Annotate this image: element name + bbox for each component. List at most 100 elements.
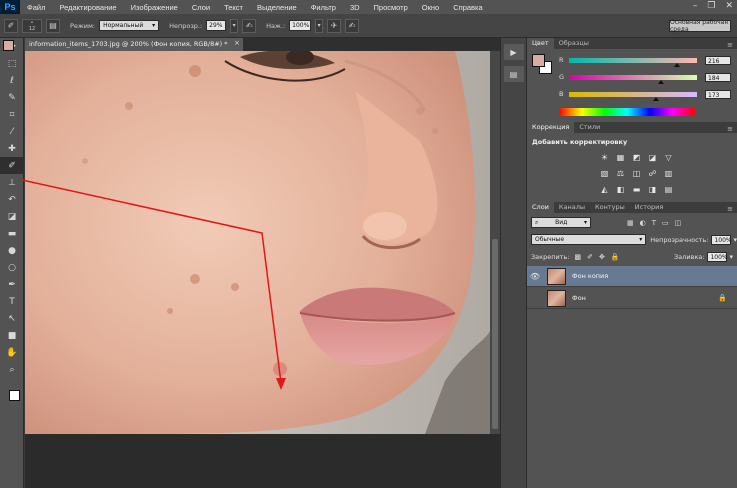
vibrance-icon[interactable]: ▽ [663, 152, 674, 163]
adjustment-icons-row-1: ☀ ▦ ◩ ◪ ▽ [599, 152, 674, 163]
blend-mode-select[interactable]: Обычные ▾ [531, 234, 647, 245]
tab-adjustments[interactable]: Коррекция [527, 122, 575, 133]
layer-name: Фон [572, 294, 586, 302]
panel-menu-icon[interactable]: ≡ [723, 205, 737, 213]
restore-button[interactable]: ❐ [707, 1, 715, 11]
layer-row[interactable]: 👁 Фон копия [527, 266, 737, 287]
adjustment-icons-row-2: ▧ ⚖ ◫ ☍ ▥ [599, 168, 674, 179]
layer-filter-row: ⌕ Вид ▾ ▦ ◐ T ▭ ◫ [527, 217, 737, 228]
scrollbar-thumb[interactable] [492, 239, 498, 429]
selective-color-icon[interactable]: ▤ [663, 184, 674, 195]
green-slider-caret[interactable] [658, 79, 665, 84]
levels-icon[interactable]: ▦ [615, 152, 626, 163]
history-icon: ▤ [509, 69, 518, 79]
red-label: R [559, 56, 564, 64]
channel-mixer-icon[interactable]: ▥ [663, 168, 674, 179]
arrow-head [276, 378, 286, 390]
lock-icons: ▩ ✐ ✥ 🔒 [574, 253, 619, 261]
layer-opacity-input[interactable]: 100% [711, 234, 732, 245]
invert-icon[interactable]: ◭ [599, 184, 610, 195]
layer-filter-value: Вид [555, 219, 568, 226]
threshold-icon[interactable]: ▬ [631, 184, 642, 195]
color-panel: Цвет Образцы ≡ R 216 G 184 B 173 [527, 38, 737, 120]
arrow-line [21, 179, 282, 384]
red-slider-caret[interactable] [674, 62, 681, 67]
exposure-icon[interactable]: ◪ [647, 152, 658, 163]
tab-channels[interactable]: Каналы [554, 202, 590, 213]
lock-position-icon[interactable]: ✥ [599, 253, 605, 261]
eye-icon[interactable]: 👁 [527, 272, 543, 281]
play-icon: ▶ [510, 47, 517, 57]
gradient-map-icon[interactable]: ◨ [647, 184, 658, 195]
fill-input[interactable]: 100% [707, 252, 728, 262]
annotation-arrow [21, 179, 286, 390]
adjustment-icons-row-3: ◭ ◧ ▬ ◨ ▤ [599, 184, 674, 195]
filter-smart-icon[interactable]: ◫ [675, 219, 682, 227]
lock-transparency-icon[interactable]: ▩ [574, 253, 581, 261]
blue-label: B [559, 90, 564, 98]
blue-slider[interactable] [569, 91, 697, 101]
tab-color[interactable]: Цвет [527, 38, 554, 49]
curves-icon[interactable]: ◩ [631, 152, 642, 163]
search-icon: ⌕ [535, 218, 539, 226]
blue-slider-row: B 173 [559, 89, 735, 101]
panel-menu-icon[interactable]: ≡ [723, 41, 737, 49]
filter-pixel-icon[interactable]: ▦ [627, 219, 634, 227]
blue-slider-caret[interactable] [652, 96, 659, 101]
tab-styles[interactable]: Стили [574, 122, 605, 133]
window-controls: – ❐ ✕ [693, 1, 733, 11]
adjustments-panel: Коррекция Стили ≡ Добавить корректировку… [527, 122, 737, 202]
layer-filter-icons: ▦ ◐ T ▭ ◫ [627, 219, 681, 227]
layer-name: Фон копия [572, 272, 609, 280]
play-action-button[interactable]: ▶ [503, 44, 524, 60]
adjustments-panel-tabs: Коррекция Стили ≡ [527, 122, 737, 133]
tab-paths[interactable]: Контуры [590, 202, 630, 213]
layers-panel: Слои Каналы Контуры История ≡ ⌕ Вид ▾ ▦ … [527, 202, 737, 488]
chevron-down-icon: ▾ [639, 236, 643, 243]
color-balance-icon[interactable]: ⚖ [615, 168, 626, 179]
color-spectrum-bar[interactable] [559, 108, 695, 116]
posterize-icon[interactable]: ◧ [615, 184, 626, 195]
filter-shape-icon[interactable]: ▭ [662, 219, 669, 227]
green-value-input[interactable]: 184 [705, 72, 731, 82]
hue-saturation-icon[interactable]: ▧ [599, 168, 610, 179]
green-label: G [559, 73, 565, 81]
opacity-label: Непрозрачность: [650, 235, 709, 244]
panel-menu-icon[interactable]: ≡ [723, 125, 737, 133]
lock-all-icon[interactable]: 🔒 [611, 253, 620, 261]
collapsed-panel-strip: ▶ ▤ [500, 38, 527, 488]
tab-history[interactable]: История [630, 202, 668, 213]
layers-panel-tabs: Слои Каналы Контуры История ≡ [527, 202, 737, 213]
chevron-down-icon: ▾ [583, 219, 587, 226]
lock-image-icon[interactable]: ✐ [587, 253, 593, 261]
lock-label: Закрепить: [531, 253, 570, 261]
green-slider[interactable] [569, 74, 697, 84]
red-value-input[interactable]: 216 [705, 55, 731, 65]
photo-filter-icon[interactable]: ☍ [647, 168, 658, 179]
color-panel-tabs: Цвет Образцы ≡ [527, 38, 737, 49]
add-adjustment-title: Добавить корректировку [532, 138, 628, 146]
layer-thumbnail [547, 289, 566, 307]
minimize-button[interactable]: – [693, 1, 698, 11]
blue-value-input[interactable]: 173 [705, 89, 731, 99]
vertical-scrollbar[interactable] [490, 51, 500, 434]
red-slider[interactable] [569, 57, 697, 67]
chevron-down-icon[interactable]: ▾ [733, 236, 737, 244]
brightness-contrast-icon[interactable]: ☀ [599, 152, 610, 163]
filter-type-icon[interactable]: T [652, 219, 656, 227]
layer-filter-select[interactable]: ⌕ Вид ▾ [531, 217, 591, 228]
history-panel-button[interactable]: ▤ [503, 66, 524, 82]
lock-fill-row: Закрепить: ▩ ✐ ✥ 🔒 Заливка: 100% ▾ [527, 252, 737, 262]
chevron-down-icon[interactable]: ▾ [729, 253, 733, 261]
tab-layers[interactable]: Слои [527, 202, 554, 213]
tab-swatches[interactable]: Образцы [554, 38, 594, 49]
workspace-select[interactable]: Основная рабочая среда [669, 19, 731, 33]
foreground-color-swatch[interactable] [532, 54, 545, 67]
color-swatches [532, 54, 552, 74]
blend-opacity-row: Обычные ▾ Непрозрачность: 100% ▾ [527, 234, 737, 245]
close-window-button[interactable]: ✕ [725, 1, 733, 11]
lock-icon: 🔒 [718, 294, 727, 302]
black-white-icon[interactable]: ◫ [631, 168, 642, 179]
layer-row[interactable]: Фон 🔒 [527, 288, 737, 309]
filter-adjustment-icon[interactable]: ◐ [640, 219, 646, 227]
